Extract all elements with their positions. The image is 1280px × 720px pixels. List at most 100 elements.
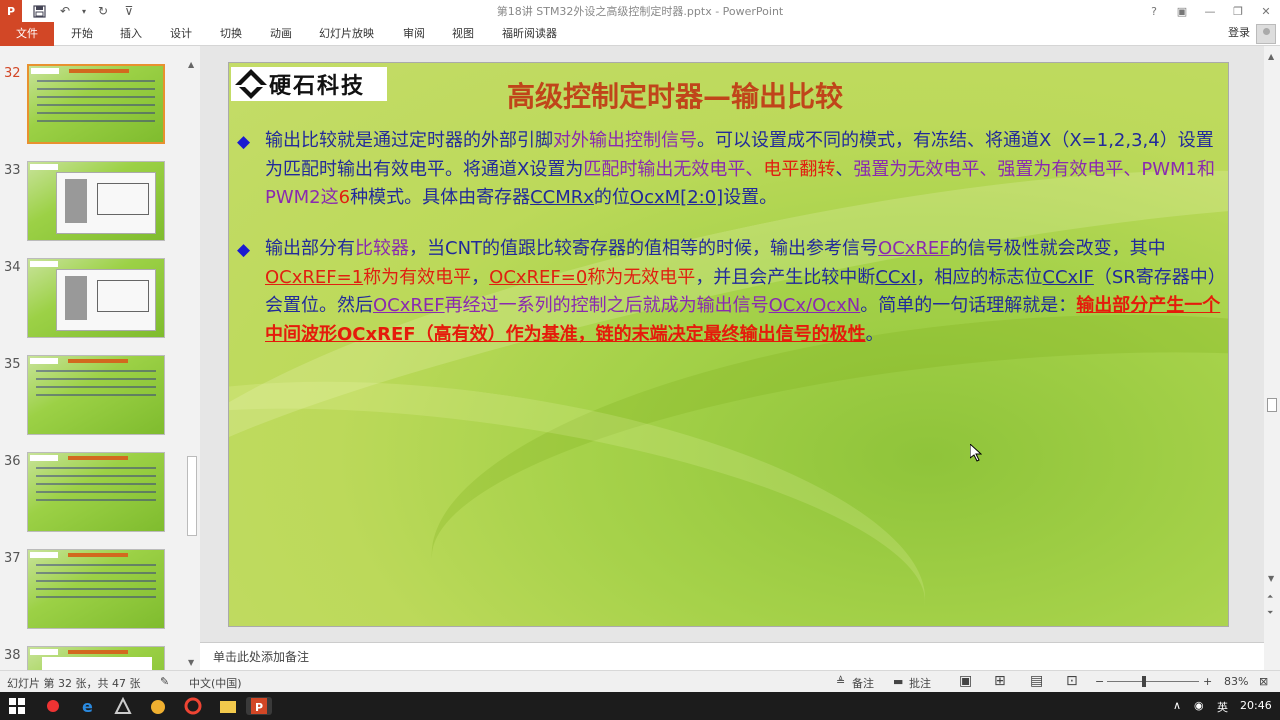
thumbnail-image[interactable] [27, 258, 165, 338]
notes-toggle-button[interactable]: 备注 [852, 675, 874, 691]
thumbnail-image[interactable] [27, 64, 165, 144]
ie-browser-icon[interactable]: e [79, 697, 97, 716]
tab-file[interactable]: 文件 [0, 22, 54, 46]
normal-view-icon[interactable]: ▣ [959, 673, 972, 689]
tab-foxit-reader[interactable]: 福昕阅读器 [502, 22, 557, 46]
bullet-segment: OCx/OcxN [768, 295, 861, 316]
current-slide[interactable]: 硬石科技 高级控制定时器—输出比较 ◆ 输出比较就是通过定时器的外部引脚对外输出… [228, 62, 1229, 627]
minimize-button[interactable]: — [1196, 0, 1224, 22]
app-icon[interactable] [184, 697, 202, 715]
bullet-segment: 对外输出控制信号 [553, 130, 697, 151]
login-link[interactable]: 登录 [1228, 22, 1250, 46]
thumbnail-slide-35[interactable]: 35 [0, 353, 185, 443]
tab-insert[interactable]: 插入 [120, 22, 142, 46]
tray-expand-icon[interactable]: ∧ [1173, 699, 1181, 712]
notes-pane[interactable]: 单击此处添加备注 [200, 642, 1264, 670]
thumbnail-image[interactable] [27, 549, 165, 629]
reading-view-icon[interactable]: ▤ [1030, 673, 1043, 689]
ime-indicator[interactable]: 英 [1217, 699, 1228, 715]
thumbnail-image[interactable] [27, 355, 165, 435]
scroll-up-icon[interactable]: ▲ [1268, 52, 1274, 61]
slide-sorter-icon[interactable]: ⊞ [994, 673, 1006, 689]
thumbnail-image[interactable] [27, 161, 165, 241]
bullet-segment: OCxREF=0 [489, 266, 588, 288]
tab-view[interactable]: 视图 [452, 22, 474, 46]
window-controls: ? ▣ — ❐ ✕ [1140, 0, 1280, 22]
windows-start-icon[interactable] [8, 697, 26, 715]
zoom-level[interactable]: 83% [1224, 675, 1248, 688]
spellcheck-icon[interactable]: ✎ [160, 675, 169, 688]
next-slide-icon[interactable]: ⏷ [1267, 608, 1273, 618]
ribbon-tabs: 文件 开始 插入 设计 切换 动画 幻灯片放映 审阅 视图 福昕阅读器 登录 [0, 22, 1280, 46]
app-icon[interactable] [149, 697, 167, 715]
notes-placeholder: 单击此处添加备注 [213, 650, 310, 664]
thumbnail-slide-38[interactable]: 38 [0, 644, 185, 670]
bullet-paragraph-2[interactable]: ◆ 输出部分有比较器，当CNT的值跟比较寄存器的值相等的时候，输出参考信号OCx… [237, 235, 1225, 349]
tab-slideshow[interactable]: 幻灯片放映 [319, 22, 374, 46]
tab-design[interactable]: 设计 [170, 22, 192, 46]
thumbnail-number: 38 [4, 648, 21, 663]
thumbnail-number: 32 [4, 66, 21, 81]
comments-button[interactable]: 批注 [909, 675, 931, 691]
bullet-segment: 输出比较就是通过定时器的外部引脚 [265, 130, 553, 151]
thumbnail-image[interactable] [27, 646, 165, 670]
comments-icon[interactable]: ▬ [893, 675, 903, 688]
bullet-segment: CCxIF [1042, 266, 1094, 288]
tab-animations[interactable]: 动画 [270, 22, 292, 46]
slideshow-icon[interactable]: ⊡ [1066, 673, 1078, 689]
bullet-segment: OCxREF=1 [265, 266, 364, 288]
network-icon[interactable]: ◉ [1194, 699, 1204, 712]
tab-review[interactable]: 审阅 [403, 22, 425, 46]
zoom-slider[interactable] [1107, 681, 1199, 682]
notes-toggle-icon[interactable]: ≜ [836, 675, 845, 688]
scroll-up-icon[interactable]: ▲ [188, 60, 194, 69]
folder-icon[interactable] [219, 697, 237, 715]
bullet-segment: CCMRx [530, 187, 594, 208]
powerpoint-taskbar-icon[interactable]: P [246, 697, 272, 715]
app-icon[interactable] [114, 696, 132, 715]
previous-slide-icon[interactable]: ⏶ [1267, 592, 1273, 602]
avatar[interactable] [1256, 24, 1276, 44]
thumbnail-slide-36[interactable]: 36 [0, 450, 185, 540]
logo-text: 硬石科技 [269, 74, 366, 99]
tab-transitions[interactable]: 切换 [220, 22, 242, 46]
clock[interactable]: 20:46 [1240, 699, 1272, 712]
restore-button[interactable]: ❐ [1224, 0, 1252, 22]
thumbnail-number: 33 [4, 163, 21, 178]
thumbnail-slide-33[interactable]: 33 [0, 159, 185, 249]
svg-text:e: e [82, 697, 93, 715]
help-icon[interactable]: ? [1140, 0, 1168, 22]
zoom-in-icon[interactable]: + [1203, 675, 1212, 688]
bullet-paragraph-1[interactable]: ◆ 输出比较就是通过定时器的外部引脚对外输出控制信号。可以设置成不同的模式，有冻… [237, 127, 1225, 213]
bullet-segment: 的位 [593, 187, 630, 208]
diamond-bullet-icon: ◆ [237, 132, 251, 152]
status-bar: 幻灯片 第 32 张，共 47 张 ✎ 中文(中国) ≜ 备注 ▬ 批注 ▣ ⊞… [0, 670, 1280, 692]
thumbnail-scrollbar[interactable]: ▲ ▼ [185, 58, 199, 670]
thumbnail-image[interactable] [27, 452, 165, 532]
thumbnail-slide-34[interactable]: 34 [0, 256, 185, 346]
thumbnail-slide-37[interactable]: 37 [0, 547, 185, 637]
scroll-down-icon[interactable]: ▼ [1268, 574, 1274, 583]
thumbnail-slide-32[interactable]: 32 [0, 62, 185, 152]
thumbnail-number: 34 [4, 260, 21, 275]
bullet-segment: 比较器 [355, 238, 409, 259]
slide-scrollbar[interactable]: ▲ ▼ ⏶ ⏷ [1264, 46, 1280, 670]
bullet-segment: 设置。 [723, 187, 778, 208]
scrollbar-thumb[interactable] [1267, 398, 1277, 412]
bullet-segment: ，当CNT的值跟比较寄存器的值相等的时候，输出参考信号 [409, 238, 879, 259]
tab-home[interactable]: 开始 [71, 22, 93, 46]
bullet-segment: 、 [835, 158, 854, 180]
close-button[interactable]: ✕ [1252, 0, 1280, 22]
fit-slide-icon[interactable]: ⊠ [1259, 675, 1268, 688]
bullet-segment: 。 [865, 323, 884, 345]
zoom-slider-handle[interactable] [1142, 676, 1146, 687]
scroll-down-icon[interactable]: ▼ [188, 658, 194, 667]
company-logo: 硬石科技 [231, 67, 387, 101]
language-indicator[interactable]: 中文(中国) [189, 675, 242, 691]
scrollbar-thumb[interactable] [187, 456, 197, 536]
zoom-out-icon[interactable]: − [1095, 675, 1104, 688]
logo-mark-icon [233, 69, 269, 99]
slide-title[interactable]: 高级控制定时器—输出比较 [507, 75, 843, 115]
ribbon-display-icon[interactable]: ▣ [1168, 0, 1196, 22]
app-icon[interactable] [44, 697, 62, 715]
